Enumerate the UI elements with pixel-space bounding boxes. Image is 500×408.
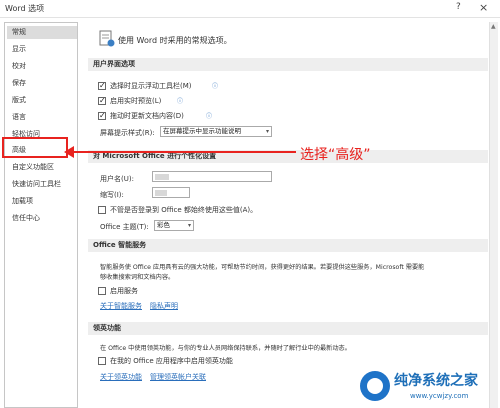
- annotation-text: 选择“高级”: [300, 147, 371, 163]
- enable-services-checkbox[interactable]: [98, 287, 106, 295]
- office-theme-value: 彩色: [157, 221, 170, 229]
- redacted-value: [155, 190, 167, 196]
- username-field[interactable]: [152, 171, 272, 182]
- section-intelligent-services: Office 智能服务: [88, 239, 488, 252]
- sidebar-item-customize-ribbon[interactable]: 自定义功能区: [7, 161, 77, 174]
- watermark-url: www.ycwjzy.com: [410, 392, 469, 400]
- always-use-values-label: 不管是否登录到 Office 都始终使用这些值(A)。: [110, 206, 258, 214]
- initials-field[interactable]: [152, 187, 190, 198]
- redacted-value: [155, 174, 169, 180]
- info-icon[interactable]: ⓘ: [177, 96, 183, 105]
- sidebar-item-proofing[interactable]: 校对: [7, 60, 77, 73]
- live-preview-checkbox[interactable]: [98, 96, 106, 105]
- sidebar-item-layout[interactable]: 版式: [7, 94, 77, 107]
- info-icon[interactable]: ⓘ: [206, 111, 212, 120]
- enable-services-label: 启用服务: [110, 287, 138, 295]
- enable-linkedin-label: 在我的 Office 应用程序中启用领英功能: [110, 357, 233, 365]
- title-bar: Word 选项 ? ×: [0, 0, 500, 18]
- main-scrollbar[interactable]: ▲: [489, 22, 498, 408]
- about-linkedin-link[interactable]: 关于领英功能: [100, 372, 142, 382]
- general-settings-icon: [98, 30, 116, 48]
- sidebar-item-language[interactable]: 语言: [7, 111, 77, 124]
- mini-toolbar-label: 选择时显示浮动工具栏(M): [110, 82, 192, 90]
- site-watermark: 纯净系统之家 www.ycwjzy.com: [360, 370, 496, 408]
- manage-linkedin-link[interactable]: 管理领英帐户关联: [150, 372, 206, 382]
- tooltip-style-dropdown[interactable]: 在屏幕提示中显示功能说明 ▾: [160, 126, 272, 137]
- initials-label: 缩写(I):: [100, 191, 124, 199]
- chevron-down-icon: ▾: [265, 128, 269, 135]
- advanced-highlight-box: [2, 137, 68, 158]
- update-while-drag-checkbox[interactable]: [98, 111, 106, 120]
- info-icon[interactable]: ⓘ: [212, 81, 218, 90]
- always-use-values-checkbox[interactable]: [98, 206, 106, 214]
- watermark-logo-icon: [360, 371, 390, 401]
- sidebar-item-trust-center[interactable]: 信任中心: [7, 212, 77, 225]
- sidebar-item-save[interactable]: 保存: [7, 77, 77, 90]
- scroll-up-icon[interactable]: ▲: [491, 23, 496, 30]
- mini-toolbar-checkbox[interactable]: [98, 81, 106, 90]
- intelligent-desc-line2: 够收集搜索词和文档内容。: [100, 274, 175, 281]
- section-ui-options: 用户界面选项: [88, 58, 488, 71]
- linkedin-desc: 在 Office 中使用领英功能，与你的专业人员网络保持联系，并随时了解行业中的…: [100, 345, 351, 352]
- office-theme-dropdown[interactable]: 彩色 ▾: [154, 220, 194, 231]
- sidebar-item-display[interactable]: 显示: [7, 43, 77, 56]
- section-linkedin: 领英功能: [88, 322, 488, 335]
- tooltip-style-label: 屏幕提示样式(R):: [100, 129, 155, 137]
- watermark-title: 纯净系统之家: [394, 373, 478, 389]
- office-theme-label: Office 主题(T):: [100, 223, 149, 231]
- page-header: 使用 Word 时采用的常规选项。: [118, 36, 232, 45]
- chevron-down-icon: ▾: [187, 222, 191, 229]
- close-icon[interactable]: ×: [479, 1, 488, 14]
- sidebar-item-general[interactable]: 常规: [7, 26, 77, 39]
- sidebar-item-addins[interactable]: 加载项: [7, 195, 77, 208]
- annotation-arrow-line: [72, 151, 296, 153]
- privacy-statement-link[interactable]: 隐私声明: [150, 301, 178, 311]
- sidebar-item-quick-access-toolbar[interactable]: 快速访问工具栏: [7, 178, 77, 191]
- tooltip-style-value: 在屏幕提示中显示功能说明: [163, 127, 241, 135]
- enable-linkedin-checkbox[interactable]: [98, 357, 106, 365]
- update-while-drag-label: 拖动时更新文档内容(D): [110, 112, 184, 120]
- help-icon[interactable]: ?: [456, 2, 461, 12]
- options-sidebar: 常规 显示 校对 保存 版式 语言 轻松访问 高级 自定义功能区 快速访问工具栏…: [4, 22, 78, 408]
- live-preview-label: 启用实时预览(L): [110, 97, 162, 105]
- about-intelligent-services-link[interactable]: 关于智能服务: [100, 301, 142, 311]
- username-label: 用户名(U):: [100, 175, 134, 183]
- intelligent-desc-line1: 智能服务使 Office 应用具有云的强大功能，可帮助节约时间，获得更好的结果。…: [100, 264, 425, 271]
- window-title: Word 选项: [5, 4, 45, 13]
